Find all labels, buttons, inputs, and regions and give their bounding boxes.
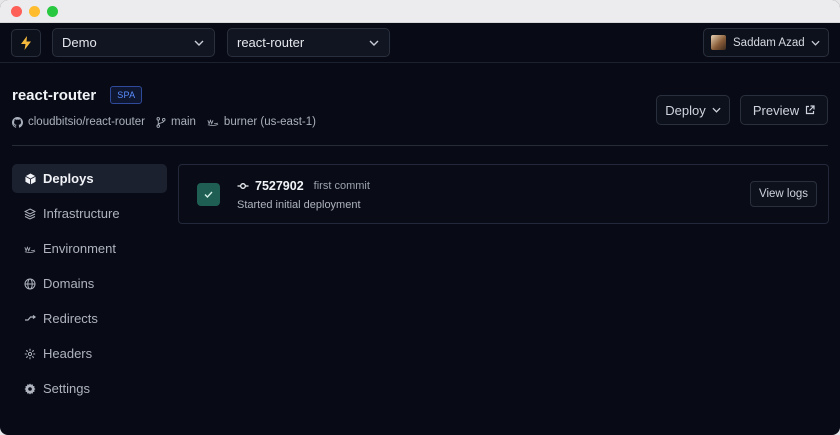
chevron-down-icon	[712, 107, 721, 113]
chevron-down-icon	[811, 40, 820, 46]
repo-link[interactable]: cloudbitsio/react-router	[12, 116, 145, 128]
close-window-button[interactable]	[11, 5, 22, 17]
branch-info: main	[156, 116, 196, 128]
deploy-list-item: 7527902 first commit Started initial dep…	[178, 164, 829, 224]
sidebar-item-environment[interactable]: Environment	[12, 234, 167, 263]
user-name: Saddam Azad	[733, 36, 805, 49]
branch-name: main	[170, 116, 196, 128]
avatar	[711, 35, 726, 50]
aws-icon	[207, 118, 219, 126]
sidebar-item-label: Domains	[43, 276, 95, 291]
user-menu-button[interactable]: Saddam Azad	[703, 28, 829, 57]
project-sidebar: Deploys Infrastructure Environment Domai…	[12, 164, 167, 409]
page-title: react-router	[12, 86, 97, 104]
browser-window: Demo react-router Saddam Azad react-rout…	[0, 0, 840, 435]
sidebar-item-headers[interactable]: Headers	[12, 339, 167, 368]
git-commit-icon	[237, 182, 249, 190]
window-titlebar	[0, 0, 840, 23]
team-select-value: Demo	[62, 35, 97, 50]
preview-button[interactable]: Preview	[740, 95, 828, 125]
github-icon	[12, 116, 23, 128]
sidebar-item-infrastructure[interactable]: Infrastructure	[12, 199, 167, 228]
deploy-button-label: Deploy	[665, 102, 706, 118]
aws-icon	[24, 243, 36, 255]
project-select[interactable]: react-router	[227, 28, 390, 57]
gear-icon	[24, 383, 36, 395]
chevron-down-icon	[369, 40, 379, 46]
git-branch-icon	[156, 116, 166, 128]
header-divider	[12, 145, 828, 146]
preview-button-label: Preview	[752, 102, 800, 118]
check-icon	[204, 191, 213, 198]
headers-icon	[24, 348, 36, 360]
layers-icon	[24, 207, 36, 220]
sidebar-item-label: Headers	[43, 346, 93, 361]
commit-info: 7527902 first commit	[237, 179, 370, 193]
cube-icon	[24, 173, 36, 185]
sidebar-item-domains[interactable]: Domains	[12, 269, 167, 298]
redirect-icon	[24, 313, 36, 325]
home-logo-button[interactable]	[11, 28, 41, 57]
project-select-value: react-router	[237, 35, 305, 50]
commit-message: first commit	[313, 180, 370, 192]
sidebar-item-label: Deploys	[43, 171, 94, 186]
sidebar-item-settings[interactable]: Settings	[12, 374, 167, 403]
chevron-down-icon	[194, 40, 204, 46]
environment-name: burner (us-east-1)	[223, 116, 316, 128]
sidebar-item-redirects[interactable]: Redirects	[12, 304, 167, 333]
environment-info: burner (us-east-1)	[207, 116, 316, 128]
view-logs-button[interactable]: View logs	[750, 181, 817, 207]
maximize-window-button[interactable]	[47, 5, 58, 17]
deploy-status-text: Started initial deployment	[237, 199, 361, 211]
lightning-icon	[21, 35, 31, 50]
sidebar-item-label: Settings	[43, 381, 90, 396]
top-navigation-bar: Demo react-router Saddam Azad	[0, 23, 840, 63]
minimize-window-button[interactable]	[29, 5, 40, 17]
commit-hash[interactable]: 7527902	[255, 179, 304, 193]
repo-name: cloudbitsio/react-router	[28, 116, 145, 128]
deploy-button[interactable]: Deploy	[656, 95, 730, 125]
project-type-badge: SPA	[110, 86, 143, 104]
globe-icon	[24, 278, 36, 290]
external-link-icon	[805, 105, 815, 115]
sidebar-item-label: Infrastructure	[43, 206, 120, 221]
deploy-status-indicator	[197, 183, 220, 206]
project-header: react-router SPA cloudbitsio/react-route…	[12, 86, 828, 144]
team-select[interactable]: Demo	[52, 28, 215, 57]
sidebar-item-label: Environment	[43, 241, 116, 256]
sidebar-item-label: Redirects	[43, 311, 98, 326]
sidebar-item-deploys[interactable]: Deploys	[12, 164, 167, 193]
